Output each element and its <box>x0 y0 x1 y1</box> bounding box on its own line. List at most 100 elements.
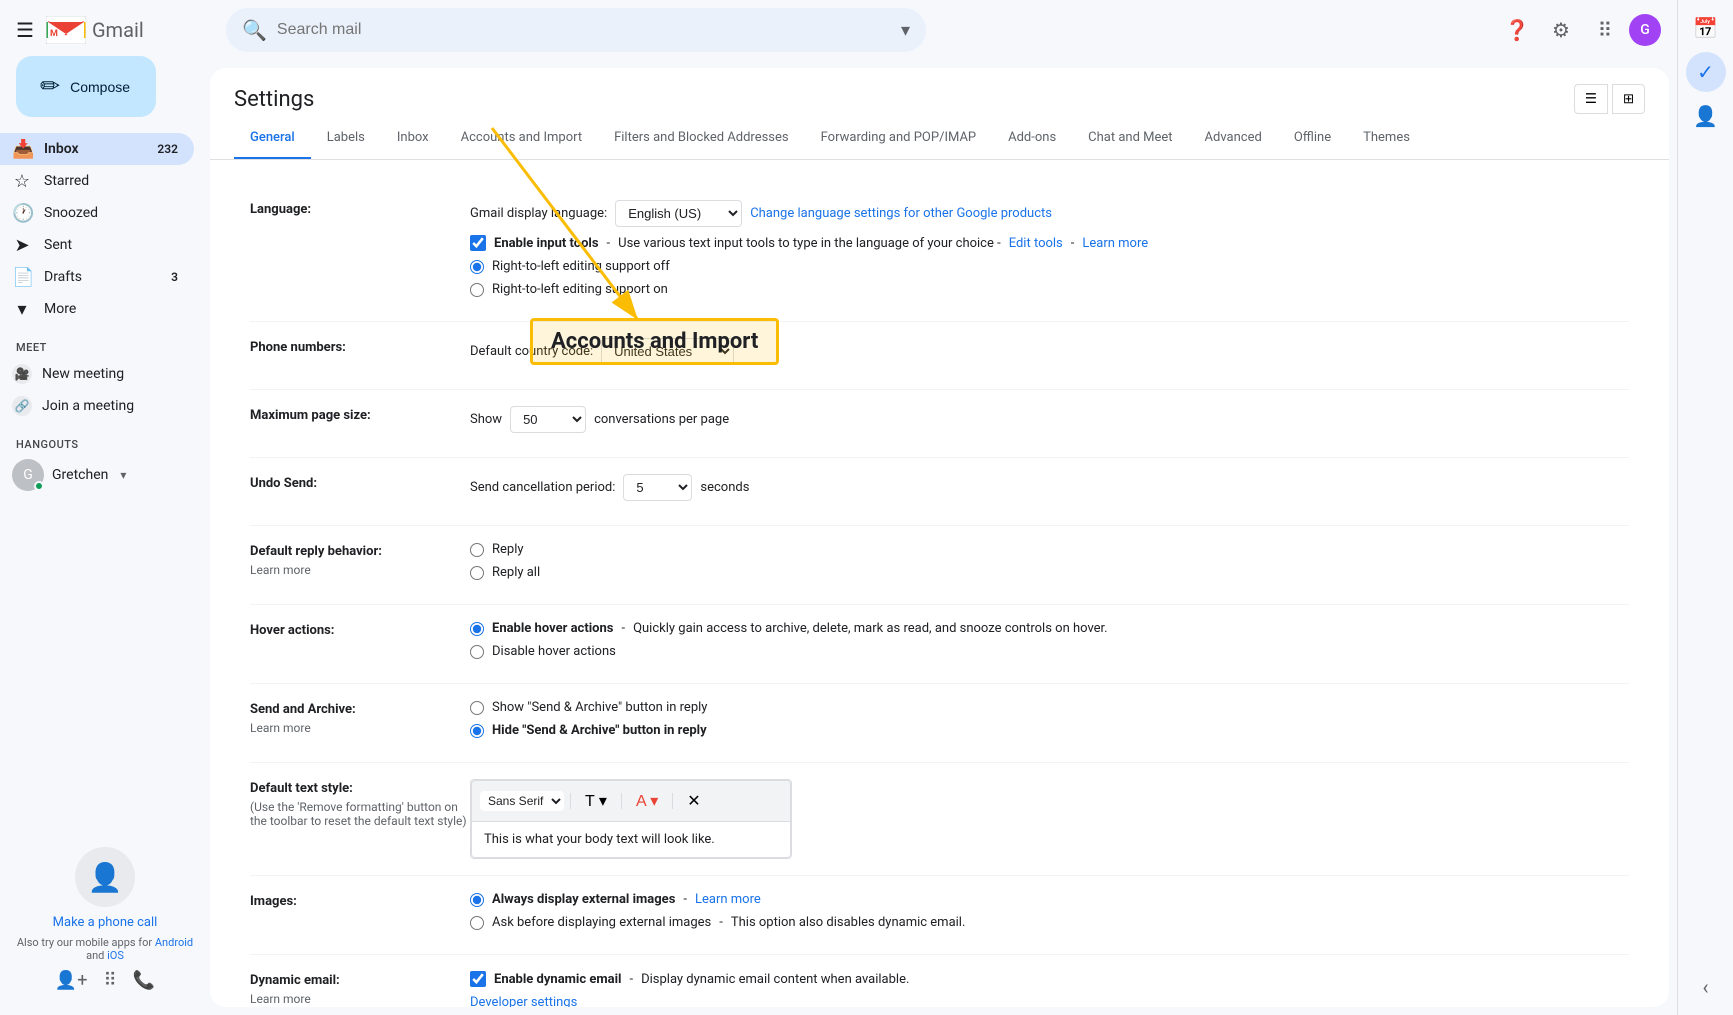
change-language-link[interactable]: Change language settings for other Googl… <box>750 206 1052 221</box>
tab-advanced[interactable]: Advanced <box>1189 118 1278 160</box>
tab-forwarding[interactable]: Forwarding and POP/IMAP <box>805 118 993 160</box>
search-dropdown-icon[interactable]: ▾ <box>901 20 910 41</box>
ask-images-radio[interactable] <box>470 916 484 930</box>
sidebar-item-label: Starred <box>44 173 89 189</box>
hover-dash: - <box>621 621 625 636</box>
reply-all-row: Reply all <box>470 565 1629 580</box>
join-meeting-item[interactable]: 🔗 Join a meeting <box>0 390 194 422</box>
hide-archive-row: Hide "Send & Archive" button in reply <box>470 723 1629 738</box>
always-images-radio[interactable] <box>470 893 484 907</box>
cancellation-select[interactable]: 5 10 20 30 <box>623 474 692 501</box>
images-learn-more-link[interactable]: Learn more <box>695 892 761 907</box>
tab-addons[interactable]: Add-ons <box>992 118 1072 160</box>
user-avatar: G <box>12 459 44 491</box>
new-meeting-icon: 🎥 <box>12 364 32 384</box>
hangouts-username: Gretchen <box>52 467 108 483</box>
starred-icon: ☆ <box>12 171 32 192</box>
tab-general[interactable]: General <box>234 118 311 160</box>
hover-desc: Quickly gain access to archive, delete, … <box>633 621 1108 636</box>
google-calendar-icon[interactable]: 📅 <box>1686 8 1726 48</box>
dynamic-learn-more-link[interactable]: Learn more <box>250 992 311 1006</box>
edit-tools-link[interactable]: Edit tools <box>1009 236 1063 251</box>
input-tools-dash: - <box>607 236 611 251</box>
compact-view-button[interactable]: ☰ <box>1574 84 1608 114</box>
tab-filters[interactable]: Filters and Blocked Addresses <box>598 118 805 160</box>
reply-all-radio[interactable] <box>470 566 484 580</box>
language-select[interactable]: English (US) <box>615 200 742 227</box>
compose-button[interactable]: ✏ Compose <box>16 56 156 117</box>
send-archive-learn-more[interactable]: Learn more <box>250 721 311 735</box>
drafts-icon: 📄 <box>12 267 32 288</box>
reply-radio[interactable] <box>470 543 484 557</box>
rtl-on-label: Right-to-left editing support on <box>492 282 668 297</box>
input-tools-checkbox[interactable] <box>470 235 486 251</box>
language-label: Language: <box>250 200 470 217</box>
developer-settings-link[interactable]: Developer settings <box>470 995 577 1007</box>
tab-themes[interactable]: Themes <box>1347 118 1426 160</box>
android-link[interactable]: Android <box>155 936 193 949</box>
hide-archive-radio[interactable] <box>470 724 484 738</box>
google-contacts-icon[interactable]: 👤 <box>1686 96 1726 136</box>
dynamic-dash: - <box>630 972 634 987</box>
text-size-button[interactable]: T ▾ <box>577 787 615 815</box>
tab-inbox[interactable]: Inbox <box>381 118 445 160</box>
reply-option-label: Reply <box>492 542 524 557</box>
rtl-on-radio[interactable] <box>470 283 484 297</box>
right-sidebar-expand-icon[interactable]: ‹ <box>1686 967 1726 1007</box>
conversations-label: conversations per page <box>594 412 729 427</box>
learn-more-link-lang[interactable]: Learn more <box>1082 236 1148 251</box>
country-code-select[interactable]: United States <box>601 338 734 365</box>
hover-enable-radio[interactable] <box>470 622 484 636</box>
sidebar-item-more[interactable]: ▾ More <box>0 293 194 325</box>
add-contact-icon[interactable]: 👤+ <box>55 970 88 991</box>
tab-offline[interactable]: Offline <box>1278 118 1347 160</box>
phone-call-icon[interactable]: 📞 <box>133 970 155 991</box>
font-select[interactable]: Sans Serif <box>480 791 564 811</box>
apps-icon[interactable]: ⠿ <box>1585 10 1625 50</box>
page-size-select[interactable]: 50 25 100 <box>510 406 586 433</box>
show-archive-label: Show "Send & Archive" button in reply <box>492 700 707 715</box>
help-icon[interactable]: ❓ <box>1497 10 1537 50</box>
gmail-logo-area: ☰ M Gmail <box>0 8 210 48</box>
search-bar[interactable]: 🔍 ▾ <box>226 8 926 52</box>
reply-learn-more-link[interactable]: Learn more <box>250 563 311 577</box>
hover-disable-radio[interactable] <box>470 645 484 659</box>
gmail-logo-svg: M <box>46 16 86 44</box>
sidebar-item-sent[interactable]: ➤ Sent <box>0 229 194 261</box>
hangouts-user-item[interactable]: G Gretchen ▾ <box>0 455 210 495</box>
ask-images-row: Ask before displaying external images - … <box>470 915 1629 930</box>
font-color-button[interactable]: A ▾ <box>628 787 666 815</box>
sidebar-item-snoozed[interactable]: 🕐 Snoozed <box>0 197 194 229</box>
inbox-badge: 232 <box>157 142 178 156</box>
dynamic-value: Enable dynamic email - Display dynamic e… <box>470 971 1629 1007</box>
new-meeting-item[interactable]: 🎥 New meeting <box>0 358 194 390</box>
make-phone-call-link[interactable]: Make a phone call <box>12 915 198 930</box>
hangouts-section: Hangouts G Gretchen ▾ <box>0 430 210 495</box>
hamburger-icon[interactable]: ☰ <box>16 18 34 42</box>
sidebar-item-drafts[interactable]: 📄 Drafts 3 <box>0 261 194 293</box>
main-area: 🔍 ▾ ❓ ⚙ ⠿ G Settings ☰ ⊞ General <box>210 0 1677 1015</box>
card-view-button[interactable]: ⊞ <box>1612 84 1645 114</box>
keypad-icon[interactable]: ⠿ <box>104 970 117 991</box>
google-tasks-icon[interactable]: ✓ <box>1686 52 1726 92</box>
remove-format-button[interactable]: ✕ <box>679 787 708 815</box>
sidebar-item-starred[interactable]: ☆ Starred <box>0 165 194 197</box>
rtl-off-radio[interactable] <box>470 260 484 274</box>
tab-accounts[interactable]: Accounts and Import <box>445 118 598 160</box>
sidebar-item-inbox[interactable]: 📥 Inbox 232 <box>0 133 194 165</box>
ios-link[interactable]: iOS <box>107 949 124 962</box>
more-chevron-icon: ▾ <box>12 299 32 320</box>
rtl-off-label: Right-to-left editing support off <box>492 259 670 274</box>
tab-labels[interactable]: Labels <box>311 118 381 160</box>
search-input[interactable] <box>277 21 891 39</box>
profile-avatar[interactable]: G <box>1629 14 1661 46</box>
cancellation-label: Send cancellation period: <box>470 480 615 495</box>
toolbar-sep2 <box>621 793 622 809</box>
input-tools-label: Enable input tools <box>494 236 599 251</box>
phone-label: Phone numbers: <box>250 338 470 355</box>
tab-chat[interactable]: Chat and Meet <box>1072 118 1188 160</box>
show-archive-radio[interactable] <box>470 701 484 715</box>
compose-plus-icon: ✏ <box>40 72 60 101</box>
settings-icon[interactable]: ⚙ <box>1541 10 1581 50</box>
dynamic-email-checkbox[interactable] <box>470 971 486 987</box>
